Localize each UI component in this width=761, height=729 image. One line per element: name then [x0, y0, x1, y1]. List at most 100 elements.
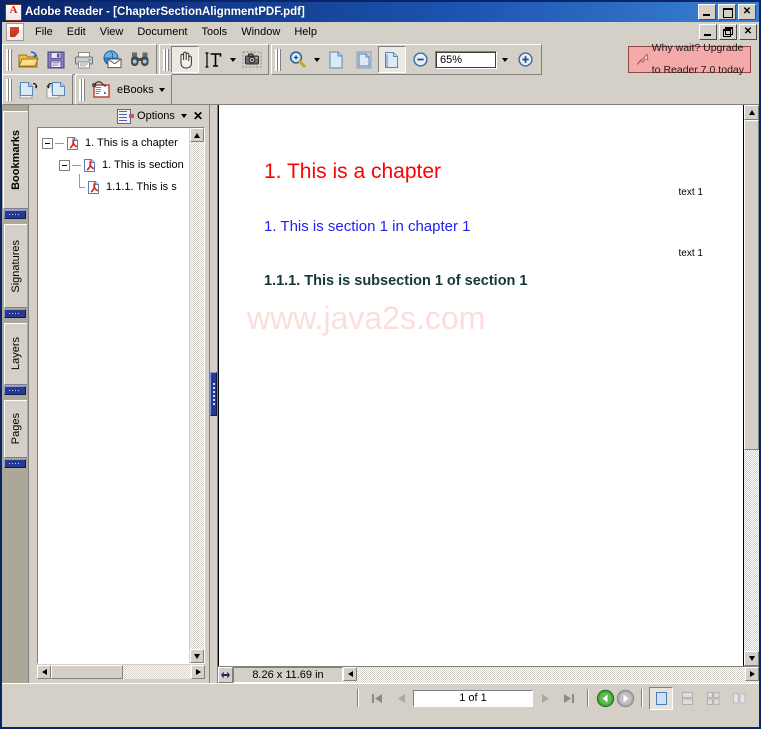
bookmarks-panel-header: Options ✕	[29, 105, 209, 127]
scroll-right-button[interactable]	[745, 667, 759, 681]
select-text-button[interactable]	[199, 46, 227, 73]
sidebar-tab-grip[interactable]	[4, 309, 26, 318]
facing-view-button[interactable]	[727, 687, 751, 710]
chevron-down-icon[interactable]	[180, 114, 187, 118]
tree-connector	[76, 174, 87, 196]
menu-help[interactable]: Help	[287, 24, 324, 40]
toolbar-grip[interactable]	[163, 48, 169, 71]
bookmark-label: 1. This is section	[102, 159, 184, 171]
last-page-button[interactable]	[557, 687, 581, 709]
mdi-minimize-button[interactable]	[699, 24, 717, 40]
fit-width-button[interactable]	[378, 46, 406, 73]
toolbar-grip[interactable]	[6, 78, 12, 101]
print-button[interactable]	[70, 46, 98, 73]
scrollbar-thumb[interactable]	[744, 120, 759, 450]
email-button[interactable]	[98, 46, 126, 73]
ebooks-button[interactable]: eBooks	[87, 76, 169, 103]
forward-button[interactable]	[615, 688, 635, 708]
expand-collapse-icon[interactable]	[59, 159, 70, 171]
bookmarks-horizontal-scrollbar[interactable]	[37, 665, 205, 681]
save-button[interactable]	[42, 46, 70, 73]
upgrade-promo-banner[interactable]: Why wait? Upgrade to Reader 7.0 today	[627, 43, 751, 76]
mdi-close-button[interactable]: ✕	[739, 24, 757, 40]
fit-page-button[interactable]	[350, 46, 378, 73]
continuous-view-button[interactable]	[675, 687, 699, 710]
continuous-facing-view-button[interactable]	[701, 687, 725, 710]
scroll-up-button[interactable]	[744, 105, 759, 120]
zoom-out-button[interactable]	[406, 46, 434, 73]
promo-text: Why wait? Upgrade to Reader 7.0 today	[652, 32, 744, 87]
resize-grip-icon[interactable]	[218, 667, 233, 683]
adobe-reader-window: Adobe Reader - [ChapterSectionAlignmentP…	[0, 0, 761, 729]
scroll-left-button[interactable]	[343, 667, 357, 681]
sidebar-tab-grip[interactable]	[4, 459, 26, 468]
minimize-button[interactable]	[698, 4, 716, 20]
separator	[641, 689, 643, 707]
next-page-button[interactable]	[533, 687, 557, 709]
sidebar-tab-grip[interactable]	[4, 210, 26, 219]
hand-tool-button[interactable]	[171, 46, 199, 73]
next-view-button[interactable]	[42, 76, 70, 103]
zoom-increase-button[interactable]	[511, 46, 539, 73]
bookmarks-panel: Options ✕ 1. This is a chapter 1. This i…	[29, 105, 210, 683]
toolbar-grip[interactable]	[79, 78, 85, 101]
bookmark-item-subsection[interactable]: 1.1.1. This is s	[42, 174, 189, 198]
splitter-grip[interactable]	[210, 372, 217, 416]
scroll-up-button[interactable]	[190, 128, 204, 142]
sidebar-tab-strip: Bookmarks Signatures Layers Pages	[2, 105, 29, 683]
title-bar: Adobe Reader - [ChapterSectionAlignmentP…	[2, 2, 759, 22]
maximize-button[interactable]	[718, 4, 736, 20]
sidebar-tab-bookmarks[interactable]: Bookmarks	[2, 111, 28, 209]
page-number-input[interactable]: 1 of 1	[413, 689, 533, 707]
menu-file[interactable]: File	[28, 24, 60, 40]
menu-window[interactable]: Window	[234, 24, 287, 40]
document-vertical-scrollbar[interactable]	[744, 105, 759, 666]
select-tool-dropdown[interactable]	[227, 47, 238, 72]
sidebar-tab-pages[interactable]: Pages	[3, 400, 27, 458]
scroll-left-button[interactable]	[37, 665, 51, 679]
back-button[interactable]	[595, 688, 615, 708]
first-page-button[interactable]	[365, 687, 389, 709]
menu-tools[interactable]: Tools	[195, 24, 235, 40]
subsection-heading: 1.1.1. This is subsection 1 of section 1	[264, 273, 528, 289]
document-horizontal-scrollbar[interactable]	[343, 667, 759, 683]
document-view: 1. This is a chapter text 1 1. This is s…	[217, 105, 759, 683]
mdi-restore-button[interactable]	[719, 24, 737, 40]
bookmark-item-chapter[interactable]: 1. This is a chapter	[42, 132, 189, 154]
previous-view-button[interactable]	[14, 76, 42, 103]
single-page-view-button[interactable]	[649, 686, 673, 710]
ebooks-label: eBooks	[117, 83, 154, 96]
bookmarks-vertical-scrollbar[interactable]	[189, 128, 204, 663]
zoom-tool-dropdown[interactable]	[311, 47, 322, 72]
close-icon[interactable]: ✕	[193, 110, 203, 122]
toolbar-grip[interactable]	[275, 48, 281, 71]
pdf-page[interactable]: 1. This is a chapter text 1 1. This is s…	[218, 105, 744, 666]
menu-document[interactable]: Document	[130, 24, 194, 40]
bookmark-label: 1.1.1. This is s	[106, 181, 177, 193]
close-button[interactable]: ✕	[738, 4, 756, 20]
scroll-right-button[interactable]	[191, 665, 205, 679]
bookmark-item-section[interactable]: 1. This is section	[42, 154, 189, 176]
chevron-down-icon[interactable]	[158, 87, 165, 92]
zoom-in-tool-button[interactable]	[283, 46, 311, 73]
menu-view[interactable]: View	[93, 24, 131, 40]
actual-size-button[interactable]	[322, 46, 350, 73]
scroll-down-button[interactable]	[744, 651, 759, 666]
bookmarks-options-button[interactable]: Options	[137, 110, 175, 122]
snapshot-button[interactable]	[238, 46, 266, 73]
scrollbar-thumb[interactable]	[51, 665, 123, 679]
sidebar-tab-layers[interactable]: Layers	[3, 323, 27, 385]
section-heading: 1. This is section 1 in chapter 1	[264, 218, 471, 235]
sidebar-tab-signatures[interactable]: Signatures	[3, 224, 27, 308]
search-icon[interactable]	[126, 46, 154, 73]
menu-edit[interactable]: Edit	[60, 24, 93, 40]
previous-page-button[interactable]	[389, 687, 413, 709]
chevron-down-icon[interactable]	[498, 51, 511, 69]
open-button[interactable]	[14, 46, 42, 73]
scroll-down-button[interactable]	[190, 649, 204, 663]
sidebar-tab-grip[interactable]	[4, 386, 26, 395]
panel-splitter[interactable]	[210, 105, 217, 683]
expand-collapse-icon[interactable]	[42, 137, 53, 149]
toolbar-grip[interactable]	[6, 48, 12, 71]
zoom-level-input[interactable]: 65%	[435, 50, 497, 69]
